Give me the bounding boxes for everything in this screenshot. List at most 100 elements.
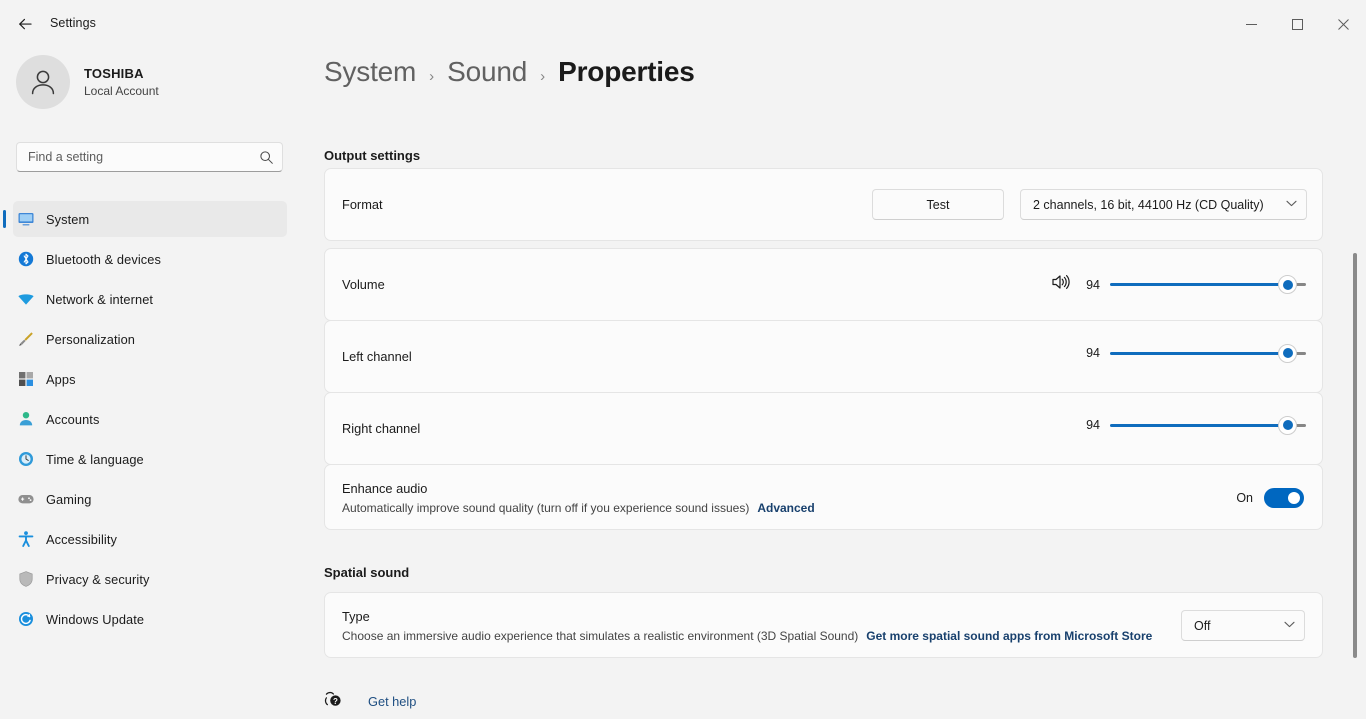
maximize-icon (1292, 19, 1303, 30)
slider-fill (1110, 352, 1287, 355)
window-controls (1228, 0, 1366, 48)
slider-thumb[interactable] (1278, 416, 1297, 435)
left-channel-card: Left channel 94 (324, 320, 1323, 393)
close-button[interactable] (1320, 0, 1366, 48)
sidebar-item-label: Gaming (46, 492, 91, 507)
sidebar-item-apps[interactable]: Apps (13, 361, 287, 397)
spatial-sound-heading: Spatial sound (324, 565, 409, 580)
enhance-audio-toggle-group: On (1236, 488, 1304, 508)
format-label: Format (342, 197, 383, 212)
maximize-button[interactable] (1274, 0, 1320, 48)
sidebar-item-time-language[interactable]: Time & language (13, 441, 287, 477)
volume-slider-group: 94 (1050, 272, 1306, 297)
account-block[interactable]: TOSHIBA Local Account (16, 55, 159, 109)
avatar (16, 55, 70, 109)
breadcrumb-separator: › (540, 68, 545, 85)
right-channel-card: Right channel 94 (324, 392, 1323, 465)
title-bar: Settings (0, 0, 1366, 48)
sidebar-item-personalization[interactable]: Personalization (13, 321, 287, 357)
sidebar-item-label: Personalization (46, 332, 135, 347)
sidebar-item-label: Bluetooth & devices (46, 252, 161, 267)
sidebar-item-accounts[interactable]: Accounts (13, 401, 287, 437)
left-channel-slider-group: 94 (1080, 344, 1306, 362)
format-value: 2 channels, 16 bit, 44100 Hz (CD Quality… (1033, 198, 1264, 212)
enhance-audio-description-row: Automatically improve sound quality (tur… (342, 501, 815, 515)
volume-label: Volume (342, 277, 385, 292)
enhance-audio-toggle[interactable] (1264, 488, 1304, 508)
search-box[interactable] (16, 142, 283, 172)
format-card: Format Test 2 channels, 16 bit, 44100 Hz… (324, 168, 1323, 241)
format-dropdown[interactable]: 2 channels, 16 bit, 44100 Hz (CD Quality… (1020, 189, 1307, 220)
right-channel-label: Right channel (342, 421, 420, 436)
sidebar-item-accessibility[interactable]: Accessibility (13, 521, 287, 557)
chevron-down-icon (1284, 621, 1295, 631)
bluetooth-icon (16, 249, 36, 269)
spatial-sound-dropdown[interactable]: Off (1181, 610, 1305, 641)
spatial-sound-card: Type Choose an immersive audio experienc… (324, 592, 1323, 658)
slider-fill (1110, 424, 1287, 427)
minimize-button[interactable] (1228, 0, 1274, 48)
enhance-audio-card: Enhance audio Automatically improve soun… (324, 464, 1323, 530)
right-channel-value: 94 (1080, 418, 1100, 432)
monitor-icon (16, 209, 36, 229)
breadcrumb-separator: › (429, 68, 434, 85)
help-question-icon: ? (324, 691, 344, 712)
app-title: Settings (50, 16, 96, 30)
close-icon (1338, 19, 1349, 30)
breadcrumb-sound[interactable]: Sound (447, 56, 527, 88)
sidebar: TOSHIBA Local Account System (0, 48, 300, 719)
output-settings-heading: Output settings (324, 148, 420, 163)
sidebar-item-system[interactable]: System (13, 201, 287, 237)
scrollbar-thumb[interactable] (1353, 253, 1357, 658)
accessibility-icon (16, 529, 36, 549)
sidebar-item-label: Windows Update (46, 612, 144, 627)
enhance-audio-state: On (1236, 491, 1253, 505)
volume-slider[interactable] (1110, 276, 1306, 294)
vertical-scrollbar[interactable] (1348, 48, 1362, 719)
apps-grid-icon (16, 369, 36, 389)
shield-icon (16, 569, 36, 589)
right-channel-slider[interactable] (1110, 416, 1306, 434)
sidebar-item-bluetooth-devices[interactable]: Bluetooth & devices (13, 241, 287, 277)
test-button[interactable]: Test (872, 189, 1004, 220)
clock-globe-icon (16, 449, 36, 469)
back-button[interactable] (8, 8, 42, 40)
sidebar-item-label: Privacy & security (46, 572, 150, 587)
sidebar-item-privacy-security[interactable]: Privacy & security (13, 561, 287, 597)
enhance-audio-label: Enhance audio (342, 481, 427, 496)
main-content: System › Sound › Properties Output setti… (300, 48, 1366, 719)
right-channel-slider-group: 94 (1080, 416, 1306, 434)
account-type: Local Account (84, 84, 159, 98)
account-name: TOSHIBA (84, 66, 159, 81)
sidebar-item-network-internet[interactable]: Network & internet (13, 281, 287, 317)
svg-text:?: ? (333, 697, 338, 706)
search-input[interactable] (28, 150, 259, 164)
paintbrush-icon (16, 329, 36, 349)
advanced-link[interactable]: Advanced (757, 501, 814, 515)
speaker-volume-icon[interactable] (1050, 272, 1070, 297)
search-icon[interactable] (259, 150, 274, 165)
left-channel-slider[interactable] (1110, 344, 1306, 362)
get-help-link[interactable]: Get help (368, 694, 416, 709)
slider-fill (1110, 283, 1287, 286)
breadcrumb: System › Sound › Properties (324, 56, 1344, 104)
microsoft-store-link[interactable]: Get more spatial sound apps from Microso… (866, 629, 1152, 643)
sidebar-item-gaming[interactable]: Gaming (13, 481, 287, 517)
slider-thumb[interactable] (1278, 275, 1297, 294)
left-channel-label: Left channel (342, 349, 412, 364)
user-avatar-icon (26, 65, 60, 99)
update-arrows-icon (16, 609, 36, 629)
chevron-down-icon (1286, 200, 1297, 210)
volume-value: 94 (1080, 278, 1100, 292)
spatial-sound-description: Choose an immersive audio experience tha… (342, 629, 858, 643)
get-help-row[interactable]: ? Get help (324, 691, 416, 712)
sidebar-item-label: System (46, 212, 89, 227)
sidebar-item-windows-update[interactable]: Windows Update (13, 601, 287, 637)
sidebar-item-label: Network & internet (46, 292, 153, 307)
slider-thumb[interactable] (1278, 344, 1297, 363)
settings-scroll-area: Output settings Format Test 2 channels, … (300, 98, 1366, 719)
wifi-icon (16, 289, 36, 309)
sidebar-item-label: Accounts (46, 412, 99, 427)
spatial-description-row: Choose an immersive audio experience tha… (342, 629, 1152, 643)
breadcrumb-system[interactable]: System (324, 56, 416, 88)
